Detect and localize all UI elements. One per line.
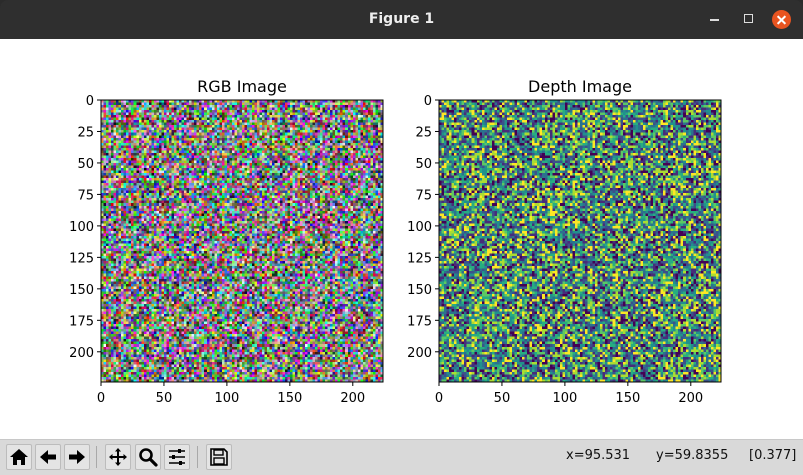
rgb-x-tick-label: 0 — [97, 391, 105, 406]
rgb-y-tick-label: 125 — [69, 251, 94, 266]
depth-y-tick-label: 175 — [407, 314, 432, 329]
home-icon — [10, 449, 28, 465]
rgb-y-tick-label: 150 — [69, 283, 94, 298]
rgb-image-pixels — [101, 100, 383, 382]
zoom-button[interactable] — [135, 444, 161, 470]
depth-y-tick-label: 50 — [415, 157, 432, 172]
depth-axes-title: Depth Image — [528, 77, 632, 96]
rgb-y-tick-label: 200 — [69, 346, 94, 361]
depth-y-tick-label: 75 — [415, 188, 432, 203]
toolbar-separator — [197, 446, 198, 468]
rgb-y-tick-label: 75 — [77, 188, 94, 203]
cursor-x-readout: x=95.531 — [566, 448, 631, 463]
navigation-toolbar: x=95.531 y=59.8355 [0.377] — [0, 439, 803, 475]
depth-y-tick-label: 125 — [407, 251, 432, 266]
figure-canvas[interactable]: RGB Image 0 50 100 150 200 0 25 50 75 100 125 150 17… — [0, 39, 803, 439]
depth-x-tick-label: 150 — [615, 391, 640, 406]
rgb-axes-title: RGB Image — [197, 77, 287, 96]
depth-y-tick-label: 25 — [415, 125, 432, 140]
rgb-y-tick-label: 50 — [77, 157, 94, 172]
depth-y-tick-label: 0 — [424, 94, 432, 109]
magnifier-icon — [139, 448, 158, 467]
depth-image — [439, 100, 721, 382]
rgb-x-tick-label: 200 — [340, 391, 365, 406]
depth-x-tick-label: 0 — [435, 391, 443, 406]
depth-y-tick-label: 200 — [407, 346, 432, 361]
close-icon[interactable] — [772, 10, 791, 29]
depth-y-tick-label: 150 — [407, 283, 432, 298]
depth-x-tick-label: 200 — [678, 391, 703, 406]
rgb-y-tick-label: 175 — [69, 314, 94, 329]
save-button[interactable] — [206, 444, 232, 470]
window-titlebar: Figure 1 — [0, 0, 803, 39]
maximize-icon[interactable] — [738, 9, 758, 29]
rgb-y-tick-label: 0 — [86, 94, 94, 109]
sliders-icon — [169, 449, 185, 465]
depth-axes: Depth Image 0 50 100 150 200 0 25 50 75 100 125 150… — [407, 77, 722, 406]
rgb-x-tick-label: 100 — [214, 391, 239, 406]
pixel-value-readout: [0.377] — [749, 448, 797, 463]
minimize-icon[interactable] — [705, 9, 725, 29]
depth-image-pixels — [439, 100, 721, 382]
configure-subplots-button[interactable] — [164, 444, 190, 470]
window-title: Figure 1 — [368, 11, 435, 27]
depth-x-tick-label: 50 — [494, 391, 511, 406]
rgb-y-tick-label: 25 — [77, 125, 94, 140]
rgb-axes: RGB Image 0 50 100 150 200 0 25 50 75 100 125 150 17… — [69, 77, 384, 406]
rgb-x-tick-label: 150 — [277, 391, 302, 406]
figure-svg: RGB Image 0 50 100 150 200 0 25 50 75 100 125 150 17… — [69, 77, 722, 406]
rgb-x-tick-label: 50 — [156, 391, 173, 406]
toolbar-separator — [96, 446, 97, 468]
move-icon — [109, 448, 127, 466]
forward-button[interactable] — [64, 444, 90, 470]
rgb-image — [101, 100, 383, 382]
pan-button[interactable] — [105, 444, 131, 470]
arrow-right-icon — [69, 450, 85, 464]
depth-x-tick-label: 100 — [552, 391, 577, 406]
floppy-disk-icon — [210, 448, 228, 466]
home-button[interactable] — [6, 444, 32, 470]
depth-y-tick-label: 100 — [407, 220, 432, 235]
back-button[interactable] — [35, 444, 61, 470]
cursor-y-readout: y=59.8355 — [656, 448, 729, 463]
arrow-left-icon — [40, 450, 56, 464]
rgb-y-tick-label: 100 — [69, 220, 94, 235]
